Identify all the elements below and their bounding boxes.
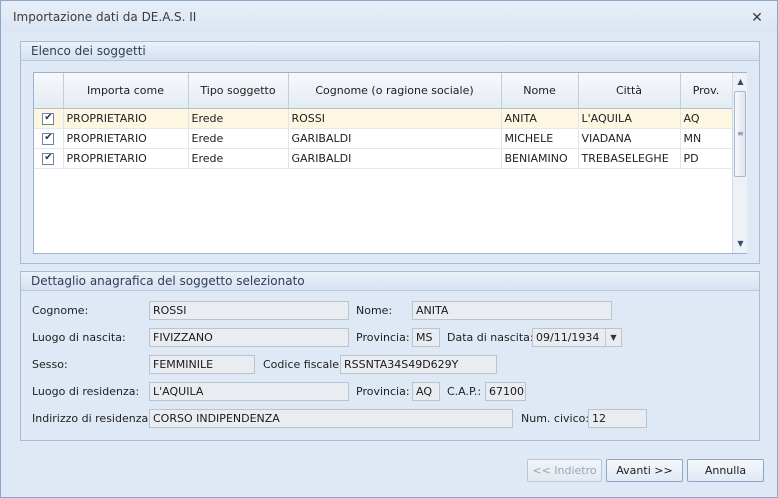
detail-group: Dettaglio anagrafica del soggetto selezi… xyxy=(20,271,760,441)
cell-cognome: GARIBALDI xyxy=(288,128,502,149)
luogo-nascita-field[interactable]: FIVIZZANO xyxy=(149,328,349,347)
row-select-cell xyxy=(34,108,64,129)
table-row[interactable]: PROPRIETARIO Erede GARIBALDI BENIAMINO T… xyxy=(34,148,733,169)
sesso-field[interactable]: FEMMINILE xyxy=(149,355,255,374)
column-header-prov[interactable]: Prov. xyxy=(680,73,733,109)
civico-label: Num. civico: xyxy=(521,412,590,425)
indirizzo-label: Indirizzo di residenza: xyxy=(32,412,152,425)
cell-importa: PROPRIETARIO xyxy=(63,148,189,169)
table-row[interactable]: PROPRIETARIO Erede GARIBALDI MICHELE VIA… xyxy=(34,128,733,149)
scroll-up-icon[interactable]: ▲ xyxy=(733,75,748,89)
chevron-down-icon[interactable]: ▼ xyxy=(605,329,621,346)
subjects-table: Importa come Tipo soggetto Cognome (o ra… xyxy=(34,73,733,169)
grid-header-row: Importa come Tipo soggetto Cognome (o ra… xyxy=(34,73,733,109)
row-select-cell xyxy=(34,148,64,169)
nome-field[interactable]: ANITA xyxy=(412,301,612,320)
column-header-select[interactable] xyxy=(34,73,64,109)
cell-prov: PD xyxy=(680,148,733,169)
column-header-tipo[interactable]: Tipo soggetto xyxy=(188,73,289,109)
cell-importa: PROPRIETARIO xyxy=(63,108,189,129)
nome-label: Nome: xyxy=(356,304,393,317)
detail-group-title: Dettaglio anagrafica del soggetto selezi… xyxy=(21,272,759,291)
subjects-group: Elenco dei soggetti Importa come Tipo so… xyxy=(20,41,760,264)
close-icon[interactable]: ✕ xyxy=(748,9,766,27)
data-nascita-datepicker[interactable]: 09/11/1934 ▼ xyxy=(532,328,622,347)
cell-cognome: ROSSI xyxy=(288,108,502,129)
cell-tipo: Erede xyxy=(188,148,289,169)
cell-tipo: Erede xyxy=(188,108,289,129)
row-checkbox[interactable] xyxy=(42,132,55,145)
back-button[interactable]: << Indietro xyxy=(527,459,602,482)
cell-citta: VIADANA xyxy=(578,128,681,149)
cognome-field[interactable]: ROSSI xyxy=(149,301,349,320)
provincia-residenza-label: Provincia: xyxy=(356,385,410,398)
grid-vertical-scrollbar[interactable]: ▲ ≡ ▼ xyxy=(732,73,747,253)
row-select-cell xyxy=(34,128,64,149)
luogo-residenza-field[interactable]: L'AQUILA xyxy=(149,382,349,401)
sesso-label: Sesso: xyxy=(32,358,68,371)
cell-nome: BENIAMINO xyxy=(501,148,579,169)
provincia-nascita-field[interactable]: MS xyxy=(412,328,440,347)
cognome-label: Cognome: xyxy=(32,304,89,317)
provincia-residenza-field[interactable]: AQ xyxy=(412,382,440,401)
cell-nome: MICHELE xyxy=(501,128,579,149)
cell-prov: AQ xyxy=(680,108,733,129)
scroll-thumb[interactable]: ≡ xyxy=(734,91,746,177)
data-nascita-value: 09/11/1934 xyxy=(536,331,600,344)
table-row[interactable]: PROPRIETARIO Erede ROSSI ANITA L'AQUILA … xyxy=(34,108,733,129)
cap-label: C.A.P.: xyxy=(447,385,482,398)
subjects-group-title: Elenco dei soggetti xyxy=(21,42,759,61)
luogo-nascita-label: Luogo di nascita: xyxy=(32,331,126,344)
import-dialog: Importazione dati da DE.A.S. II ✕ Elenco… xyxy=(0,0,778,498)
column-header-importa[interactable]: Importa come xyxy=(63,73,189,109)
title-bar: Importazione dati da DE.A.S. II ✕ xyxy=(1,1,777,33)
cell-cognome: GARIBALDI xyxy=(288,148,502,169)
cancel-button[interactable]: Annulla xyxy=(687,459,764,482)
column-header-cognome[interactable]: Cognome (o ragione sociale) xyxy=(288,73,502,109)
provincia-nascita-label: Provincia: xyxy=(356,331,410,344)
subjects-grid: Importa come Tipo soggetto Cognome (o ra… xyxy=(33,72,747,254)
cell-prov: MN xyxy=(680,128,733,149)
codice-fiscale-label: Codice fiscale: xyxy=(263,358,343,371)
luogo-residenza-label: Luogo di residenza: xyxy=(32,385,140,398)
cell-tipo: Erede xyxy=(188,128,289,149)
data-nascita-label: Data di nascita: xyxy=(447,331,534,344)
codice-fiscale-field[interactable]: RSSNTA34S49D629Y xyxy=(340,355,497,374)
next-button[interactable]: Avanti >> xyxy=(606,459,683,482)
row-checkbox[interactable] xyxy=(42,112,55,125)
dialog-title: Importazione dati da DE.A.S. II xyxy=(13,10,197,24)
scroll-down-icon[interactable]: ▼ xyxy=(733,237,748,251)
column-header-nome[interactable]: Nome xyxy=(501,73,579,109)
cell-importa: PROPRIETARIO xyxy=(63,128,189,149)
cell-citta: L'AQUILA xyxy=(578,108,681,129)
cell-nome: ANITA xyxy=(501,108,579,129)
cell-citta: TREBASELEGHE xyxy=(578,148,681,169)
indirizzo-field[interactable]: CORSO INDIPENDENZA xyxy=(149,409,513,428)
civico-field[interactable]: 12 xyxy=(588,409,647,428)
column-header-citta[interactable]: Città xyxy=(578,73,681,109)
cap-field[interactable]: 67100 xyxy=(485,382,526,401)
row-checkbox[interactable] xyxy=(42,152,55,165)
